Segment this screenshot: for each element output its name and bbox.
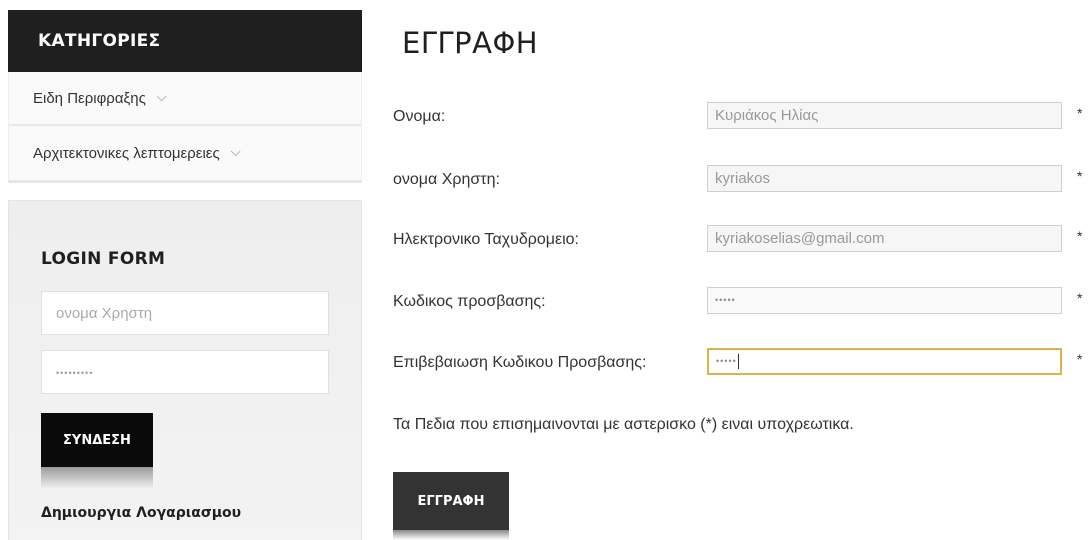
form-row-username: ονομα Χρηστη: kyriakos * [393,165,1088,195]
username-field[interactable]: kyriakos [707,165,1062,192]
login-form-title: LOGIN FORM [41,249,166,269]
register-button-shadow [393,530,509,540]
email-field[interactable]: kyriakoselias@gmail.com [707,225,1062,252]
form-row-confirm-password: Επιβεβαιωση Κωδικου Προσβασης: ••••• * [393,348,1088,378]
category-item-architectural-details[interactable]: Αρχιτεκτονικες λεπτομερειες [9,126,361,180]
name-label: Ονομα: [393,108,446,125]
categories-title: ΚΑΤΗΓΟΡΙΕΣ [8,10,362,72]
password-field[interactable]: ••••• [707,287,1062,314]
category-item-label: Αρχιτεκτονικες λεπτομερειες [33,144,220,162]
login-password-input[interactable]: ••••••••• [41,350,329,394]
required-mark: * [1077,290,1083,306]
form-row-email: Ηλεκτρονικο Ταχυδρομειο: kyriakoselias@g… [393,225,1088,255]
category-item-fencing-types[interactable]: Ειδη Περιφραξης [9,72,361,126]
login-username-input[interactable]: ονομα Χρηστη [41,291,329,335]
confirm-password-value: ••••• [716,356,737,366]
login-button[interactable]: ΣΥΝΔΕΣΗ [41,413,153,467]
create-account-link[interactable]: Δημιουργια Λογαριασμου [41,505,241,521]
text-caret [737,354,739,370]
login-form: LOGIN FORM ονομα Χρηστη ••••••••• ΣΥΝΔΕΣ… [8,200,362,540]
form-row-name: Ονομα: Κυριάκος Ηλίας * [393,102,1088,132]
sidebar: ΚΑΤΗΓΟΡΙΕΣ Ειδη Περιφραξης Αρχιτεκτονικε… [8,10,362,540]
required-mark: * [1077,228,1083,244]
form-row-password: Κωδικος προσβασης: ••••• * [393,287,1088,317]
required-mark: * [1077,105,1083,121]
register-button[interactable]: ΕΓΓΡΑΦΗ [393,472,509,530]
required-mark: * [1077,168,1083,184]
chevron-down-icon [230,145,241,156]
login-button-shadow [41,467,153,489]
chevron-down-icon [156,90,167,101]
confirm-password-label: Επιβεβαιωση Κωδικου Προσβασης: [393,354,647,371]
category-item-label: Ειδη Περιφραξης [33,89,146,107]
password-label: Κωδικος προσβασης: [393,293,546,310]
page-title: ΕΓΓΡΑΦΗ [402,26,539,60]
required-mark: * [1077,351,1083,367]
required-fields-note: Τα Πεδια που επισημαινονται με αστερισκο… [393,416,854,433]
username-label: ονομα Χρηστη: [393,171,500,188]
confirm-password-field[interactable]: ••••• [707,348,1062,375]
name-field[interactable]: Κυριάκος Ηλίας [707,102,1062,129]
email-label: Ηλεκτρονικο Ταχυδρομειο: [393,231,579,248]
categories-list: Ειδη Περιφραξης Αρχιτεκτονικες λεπτομερε… [8,72,362,183]
